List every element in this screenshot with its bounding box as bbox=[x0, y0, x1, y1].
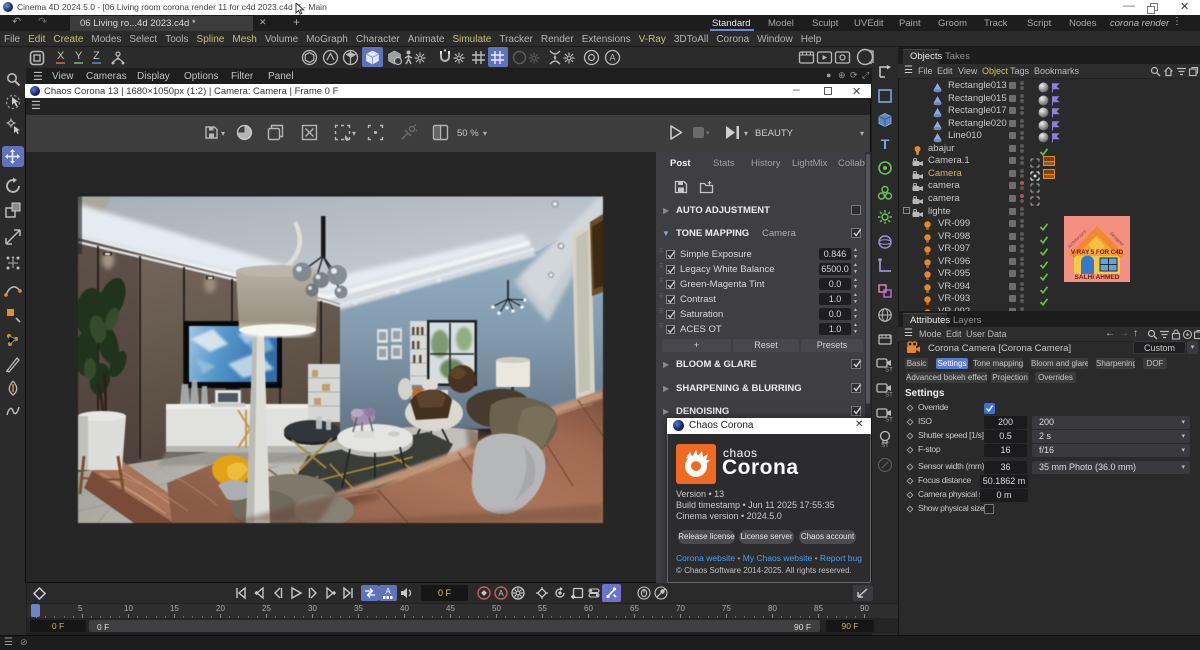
svg-text:ST: ST bbox=[885, 393, 893, 398]
svg-text:A: A bbox=[498, 589, 504, 598]
svg-text:ST: ST bbox=[885, 418, 893, 423]
svg-text:ST: ST bbox=[881, 443, 889, 447]
svg-text:T: T bbox=[881, 136, 890, 152]
svg-text:V-RAY 5 FOR C4D: V-RAY 5 FOR C4D bbox=[1071, 249, 1124, 256]
svg-text:ST: ST bbox=[885, 368, 893, 373]
svg-text:SALHI AHMED: SALHI AHMED bbox=[1075, 274, 1120, 281]
svg-text:A: A bbox=[609, 53, 615, 63]
svg-text:A: A bbox=[385, 587, 391, 596]
